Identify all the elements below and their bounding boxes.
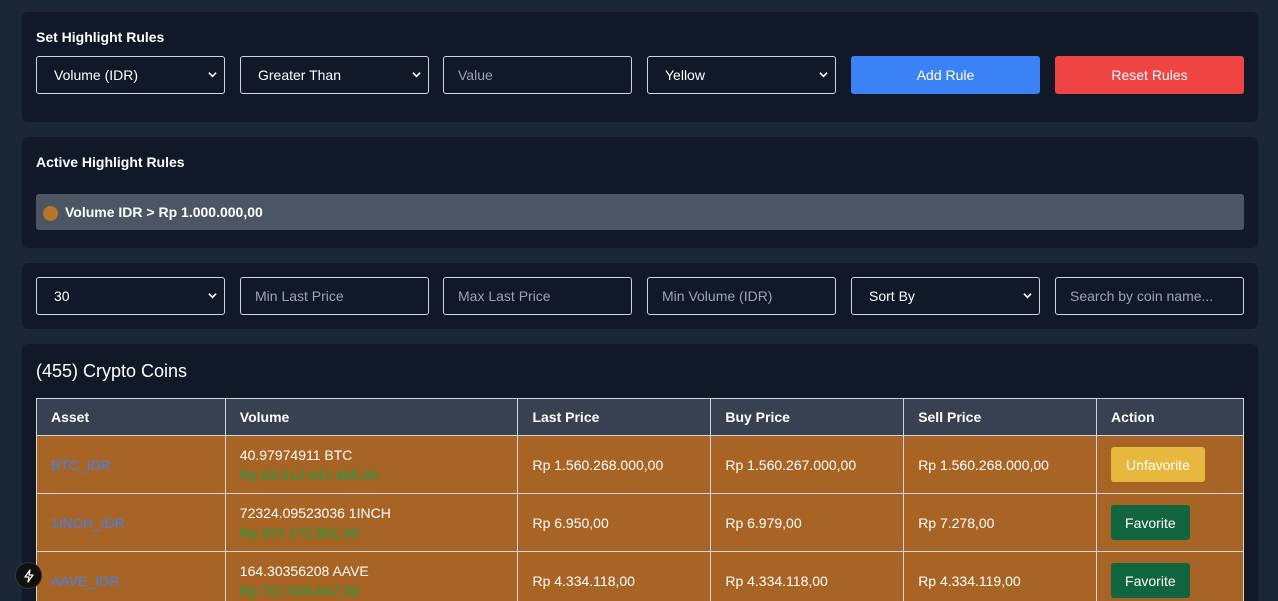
action-cell: Favorite — [1096, 493, 1244, 552]
active-rule-item: Volume IDR > Rp 1.000.000,00 — [36, 194, 1244, 230]
devtools-bolt-icon[interactable] — [15, 562, 42, 589]
search-coin-input[interactable]: Search by coin name... — [1055, 277, 1244, 315]
volume-coin: 72324.09523036 1INCH — [239, 504, 391, 521]
chevron-down-icon — [208, 293, 217, 299]
bolt-icon — [23, 568, 34, 583]
asset-link[interactable]: 1INCH_IDR — [36, 493, 226, 552]
rule-color-dot — [43, 205, 58, 221]
last-price-cell: Rp 1.560.268.000,00 — [517, 435, 712, 494]
set-highlight-rules-title: Set Highlight Rules — [36, 29, 165, 45]
buy-price-cell: Rp 4.334.118,00 — [710, 551, 905, 601]
active-highlight-rules-title: Active Highlight Rules — [36, 154, 185, 170]
max-last-price-input[interactable]: Max Last Price — [443, 277, 632, 315]
favorite-button[interactable]: Favorite — [1111, 505, 1190, 540]
filters-card: 30 Min Last Price Max Last Price Min Vol… — [22, 263, 1258, 329]
set-highlight-rules-card: Set Highlight Rules Volume (IDR) Greater… — [22, 12, 1258, 122]
volume-cell: 40.97974911 BTC Rp 63.212.947.485,00 — [224, 435, 519, 494]
table-header-row: Asset Volume Last Price Buy Price Sell P… — [36, 398, 1244, 436]
column-header-buy-price[interactable]: Buy Price — [710, 398, 905, 436]
volume-idr: Rp 507.172.801,00 — [239, 524, 359, 541]
asset-link[interactable]: AAVE_IDR — [36, 551, 226, 601]
search-coin-placeholder: Search by coin name... — [1070, 288, 1214, 304]
chevron-down-icon — [1023, 293, 1032, 299]
sell-price-cell: Rp 1.560.268.000,00 — [903, 435, 1098, 494]
volume-cell: 72324.09523036 1INCH Rp 507.172.801,00 — [224, 493, 519, 552]
volume-coin: 40.97974911 BTC — [239, 446, 353, 463]
rule-color-select[interactable]: Yellow — [647, 56, 836, 94]
volume-idr: Rp 63.212.947.485,00 — [239, 466, 379, 483]
favorite-button[interactable]: Favorite — [1111, 563, 1190, 598]
rule-value-input[interactable]: Value — [443, 56, 632, 94]
volume-coin: 164.30356208 AAVE — [239, 562, 369, 579]
rule-operator-value: Greater Than — [258, 67, 342, 83]
active-highlight-rules-card: Active Highlight Rules Volume IDR > Rp 1… — [22, 137, 1258, 248]
column-header-last-price[interactable]: Last Price — [517, 398, 712, 436]
sell-price-cell: Rp 7.278,00 — [903, 493, 1098, 552]
rule-operator-select[interactable]: Greater Than — [240, 56, 429, 94]
column-header-asset[interactable]: Asset — [36, 398, 226, 436]
buy-price-cell: Rp 6.979,00 — [710, 493, 905, 552]
action-cell: Unfavorite — [1096, 435, 1244, 494]
min-volume-input[interactable]: Min Volume (IDR) — [647, 277, 836, 315]
min-volume-placeholder: Min Volume (IDR) — [662, 288, 773, 304]
action-cell: Favorite — [1096, 551, 1244, 601]
crypto-coins-title: (455) Crypto Coins — [36, 361, 188, 381]
max-last-price-placeholder: Max Last Price — [458, 288, 551, 304]
min-last-price-placeholder: Min Last Price — [255, 288, 344, 304]
min-last-price-input[interactable]: Min Last Price — [240, 277, 429, 315]
unfavorite-button[interactable]: Unfavorite — [1111, 447, 1205, 482]
rule-field-value: Volume (IDR) — [54, 67, 139, 83]
table-row: 1INCH_IDR 72324.09523036 1INCH Rp 507.17… — [36, 493, 1244, 552]
rule-value-placeholder: Value — [458, 67, 493, 83]
limit-select[interactable]: 30 — [36, 277, 225, 315]
active-rule-label: Volume IDR > Rp 1.000.000,00 — [65, 204, 263, 220]
limit-value: 30 — [54, 288, 70, 304]
chevron-down-icon — [208, 72, 217, 78]
last-price-cell: Rp 4.334.118,00 — [517, 551, 712, 601]
reset-rules-button[interactable]: Reset Rules — [1055, 56, 1244, 94]
chevron-down-icon — [819, 72, 828, 78]
column-header-volume[interactable]: Volume — [224, 398, 519, 436]
volume-idr: Rp 707.508.847,00 — [239, 582, 359, 599]
last-price-cell: Rp 6.950,00 — [517, 493, 712, 552]
rule-color-value: Yellow — [665, 67, 705, 83]
asset-link[interactable]: BTC_IDR — [36, 435, 226, 494]
crypto-coins-card: (455) Crypto Coins Asset Volume Last Pri… — [22, 344, 1258, 601]
chevron-down-icon — [412, 72, 421, 78]
coins-table: Asset Volume Last Price Buy Price Sell P… — [36, 398, 1244, 601]
rule-field-select[interactable]: Volume (IDR) — [36, 56, 225, 94]
sort-by-value: Sort By — [869, 288, 915, 304]
table-row: AAVE_IDR 164.30356208 AAVE Rp 707.508.84… — [36, 551, 1244, 601]
volume-cell: 164.30356208 AAVE Rp 707.508.847,00 — [224, 551, 519, 601]
sell-price-cell: Rp 4.334.119,00 — [903, 551, 1098, 601]
column-header-action: Action — [1096, 398, 1244, 436]
sort-by-select[interactable]: Sort By — [851, 277, 1040, 315]
table-row: BTC_IDR 40.97974911 BTC Rp 63.212.947.48… — [36, 435, 1244, 494]
add-rule-button[interactable]: Add Rule — [851, 56, 1040, 94]
column-header-sell-price[interactable]: Sell Price — [903, 398, 1098, 436]
buy-price-cell: Rp 1.560.267.000,00 — [710, 435, 905, 494]
